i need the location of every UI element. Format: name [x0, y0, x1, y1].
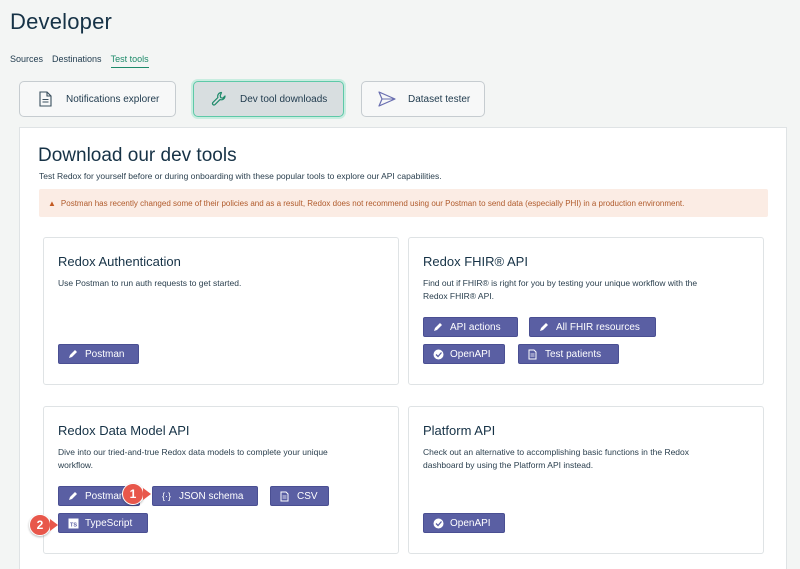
fhir-test-patients-button[interactable]: Test patients [518, 344, 619, 364]
code-braces-icon: {·} [162, 491, 172, 501]
section-title: Download our dev tools [38, 145, 237, 166]
card-description-line1: Find out if FHIR® is right for you by te… [423, 278, 698, 288]
auth-postman-button[interactable]: Postman [58, 344, 139, 364]
notifications-explorer-label: Notifications explorer [66, 93, 160, 105]
platform-openapi-button[interactable]: OpenAPI [423, 513, 505, 533]
dataset-tester-label: Dataset tester [408, 93, 471, 105]
pencil-icon [68, 349, 79, 359]
datamodel-csv-button[interactable]: CSV [270, 486, 329, 506]
fhir-api-actions-button[interactable]: API actions [423, 317, 518, 337]
step-marker-1: 1 [122, 483, 144, 505]
step-arrow-1 [143, 488, 151, 500]
button-label: CSV [297, 490, 318, 502]
dev-tool-downloads-button[interactable]: Dev tool downloads [193, 81, 344, 117]
button-label: OpenAPI [450, 348, 491, 360]
button-label: JSON schema [179, 490, 244, 502]
section-subtitle: Test Redox for yourself before or during… [39, 171, 442, 181]
fhir-all-resources-button[interactable]: All FHIR resources [529, 317, 656, 337]
document-icon [36, 90, 54, 108]
button-label: OpenAPI [450, 517, 491, 529]
card-title: Platform API [423, 423, 496, 438]
openapi-icon [433, 349, 444, 360]
document-icon [280, 491, 291, 502]
notifications-explorer-button[interactable]: Notifications explorer [19, 81, 176, 117]
tab-test-tools[interactable]: Test tools [110, 54, 149, 68]
card-description: Use Postman to run auth requests to get … [58, 278, 242, 288]
fhir-openapi-button[interactable]: OpenAPI [423, 344, 505, 364]
card-description-line2: workflow. [58, 460, 93, 470]
send-icon [378, 90, 396, 108]
openapi-icon [433, 518, 444, 529]
dataset-tester-button[interactable]: Dataset tester [361, 81, 485, 117]
button-label: API actions [450, 321, 501, 333]
card-description-line2: dashboard by using the Platform API inst… [423, 460, 594, 470]
warning-text: Postman has recently changed some of the… [60, 198, 685, 208]
button-label: All FHIR resources [556, 321, 640, 333]
tab-sources[interactable]: Sources [10, 54, 43, 68]
pencil-icon [539, 322, 550, 332]
tab-bar: Sources Destinations Test tools [10, 54, 158, 68]
typescript-icon: TS [68, 518, 79, 529]
tab-destinations[interactable]: Destinations [52, 54, 102, 68]
pencil-icon [68, 491, 79, 501]
dev-tool-downloads-label: Dev tool downloads [240, 93, 328, 105]
card-title: Redox Data Model API [58, 423, 190, 438]
datamodel-typescript-button[interactable]: TS TypeScript [58, 513, 148, 533]
step-marker-2: 2 [29, 514, 51, 536]
button-label: Postman [85, 490, 125, 502]
datamodel-json-schema-button[interactable]: {·} JSON schema [152, 486, 258, 506]
button-label: Test patients [545, 348, 602, 360]
card-description-line2: Redox FHIR® API. [423, 291, 494, 301]
button-label: Postman [85, 348, 125, 360]
pencil-icon [433, 322, 444, 332]
warning-icon: ▲ [48, 198, 56, 208]
button-label: TypeScript [85, 517, 133, 529]
card-description-line1: Check out an alternative to accomplishin… [423, 447, 690, 457]
card-title: Redox Authentication [58, 254, 181, 269]
wrench-icon [210, 90, 228, 108]
card-title: Redox FHIR® API [423, 254, 528, 269]
svg-text:TS: TS [70, 522, 77, 528]
warning-banner: ▲ Postman has recently changed some of t… [39, 189, 768, 217]
card-description-line1: Dive into our tried-and-true Redox data … [58, 447, 328, 457]
page-title: Developer [10, 9, 113, 34]
document-icon [528, 349, 539, 360]
step-arrow-2 [50, 519, 58, 531]
